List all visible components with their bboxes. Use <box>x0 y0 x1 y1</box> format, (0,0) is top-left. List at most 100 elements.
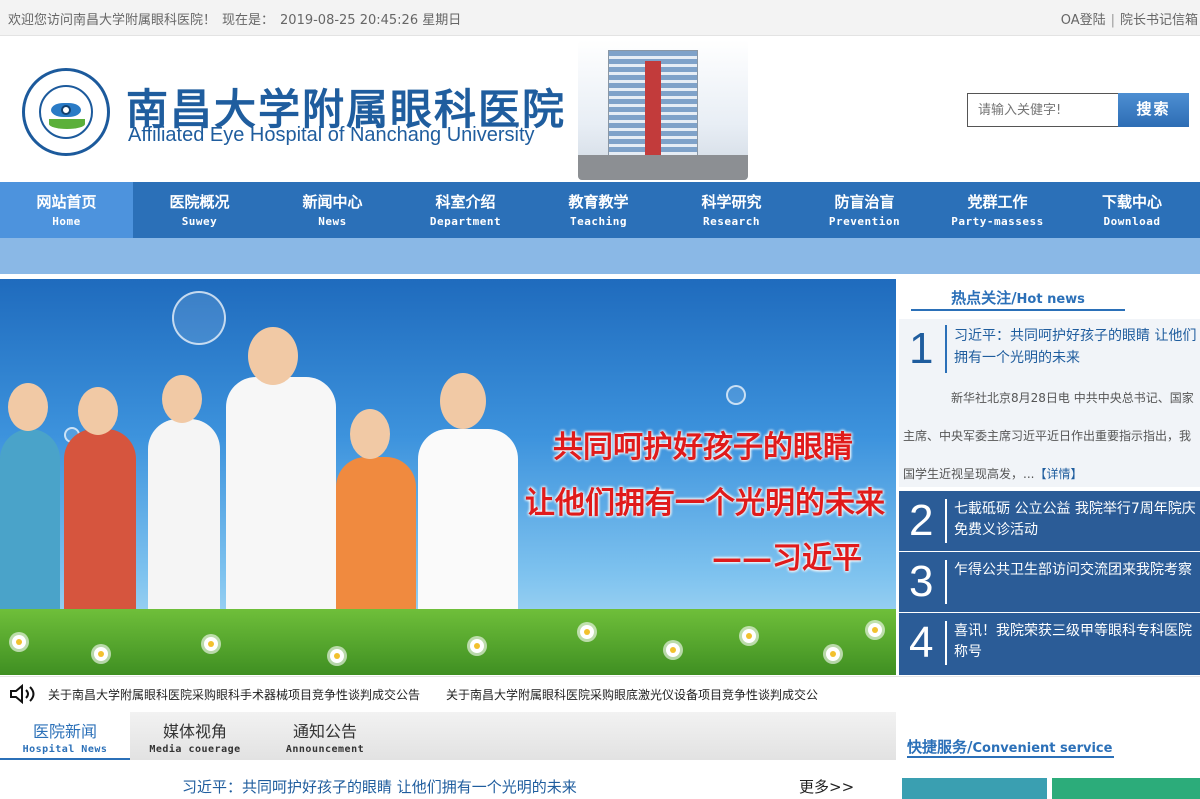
nav-label-cn: 防盲治盲 <box>834 193 895 211</box>
daisy-icon <box>330 649 344 663</box>
adult-head <box>248 327 298 385</box>
daisy-icon <box>204 637 218 651</box>
tab-label-cn: 医院新闻 <box>32 722 97 741</box>
director-mailbox-link[interactable]: 院长书记信箱 <box>1120 13 1198 28</box>
tab-label-en: Media couerage <box>149 744 241 755</box>
search-input[interactable] <box>967 93 1119 127</box>
child-figure <box>64 429 136 629</box>
nav-label-cn: 科室介绍 <box>435 193 496 211</box>
quick-service-panel: 快捷服务/Convenient service <box>899 712 1200 799</box>
bubble-decoration <box>172 291 226 345</box>
nav-item-teaching[interactable]: 教育教学 Teaching <box>532 182 665 238</box>
current-datetime: 2019-08-25 20:45:26 星期日 <box>280 13 462 28</box>
quick-service-tile[interactable] <box>902 778 1047 799</box>
hospital-logo[interactable] <box>22 68 110 156</box>
nav-item-research[interactable]: 科学研究 Research <box>665 182 798 238</box>
child-head <box>440 373 486 429</box>
site-subtitle: Affiliated Eye Hospital of Nanchang Univ… <box>128 124 535 146</box>
hot-news-title-link[interactable]: 习近平：共同呵护好孩子的眼睛 让他们拥有一个光明的未来 <box>954 325 1200 369</box>
ticker-item[interactable]: 关于南昌大学附属眼科医院采购眼科手术器械项目竞争性谈判成交公告 <box>48 686 420 703</box>
nav-label-cn: 新闻中心 <box>302 193 363 211</box>
quick-title-en: Convenient service <box>972 741 1113 756</box>
ticker-item[interactable]: 关于南昌大学附属眼科医院采购眼底激光仪设备项目竞争性谈判成交公 <box>446 686 818 703</box>
nav-item-party[interactable]: 党群工作 Party-massess <box>931 182 1064 238</box>
nav-label-en: Download <box>1103 215 1161 228</box>
announcement-ticker: 关于南昌大学附属眼科医院采购眼科手术器械项目竞争性谈判成交公告 关于南昌大学附属… <box>0 676 1200 710</box>
nav-item-news[interactable]: 新闻中心 News <box>266 182 399 238</box>
link-separator: | <box>1110 13 1115 28</box>
grass-field <box>0 609 896 675</box>
nav-label-cn: 网站首页 <box>36 193 97 211</box>
child-head <box>162 375 202 423</box>
welcome-text: 欢迎您访问南昌大学附属眼科医院！ 现在是： 2019-08-25 20:45:26 … <box>8 9 467 28</box>
welcome-message: 欢迎您访问南昌大学附属眼科医院！ <box>8 13 217 28</box>
time-label: 现在是： <box>222 13 275 28</box>
nav-item-survey[interactable]: 医院概况 Suwey <box>133 182 266 238</box>
daisy-icon <box>868 623 882 637</box>
details-link[interactable]: 【详情】 <box>1034 467 1082 481</box>
daisy-icon <box>666 643 680 657</box>
hot-news-title-link[interactable]: 乍得公共卫生部访问交流团来我院考察 <box>954 560 1198 581</box>
nav-label-en: Home <box>52 215 81 228</box>
news-tabs: 医院新闻 Hospital News 媒体视角 Media couerage 通知公… <box>0 712 896 760</box>
news-list: 习近平：共同呵护好孩子的眼睛 让他们拥有一个光明的未来 更多>> <box>0 762 896 799</box>
banner-slogan-line1: 共同呵护好孩子的眼睛 <box>553 430 853 465</box>
hot-news-title: 热点关注/Hot news <box>911 287 1125 311</box>
tab-hospital-news[interactable]: 医院新闻 Hospital News <box>0 712 130 760</box>
more-link[interactable]: 更多>> <box>799 776 854 797</box>
number-divider <box>945 325 947 373</box>
hot-news-summary: 新华社北京8月28日电 中共中央总书记、国家主席、中央军委主席习近平近日作出重要… <box>903 379 1197 493</box>
child-figure <box>0 429 60 629</box>
nav-label-en: Prevention <box>828 215 901 228</box>
nav-label-en: Party-massess <box>951 215 1044 228</box>
tab-media-coverage[interactable]: 媒体视角 Media couerage <box>130 712 260 760</box>
daisy-icon <box>742 629 756 643</box>
hot-title-en: Hot news <box>1016 292 1085 307</box>
child-head <box>78 387 118 435</box>
hot-news-item-featured[interactable]: 1 习近平：共同呵护好孩子的眼睛 让他们拥有一个光明的未来 新华社北京8月28日… <box>899 319 1200 487</box>
child-figure <box>418 429 518 629</box>
tab-label-cn: 媒体视角 <box>162 722 227 741</box>
tab-announcement[interactable]: 通知公告 Announcement <box>260 712 390 760</box>
tab-label-cn: 通知公告 <box>292 722 357 741</box>
leaf-icon <box>49 119 85 129</box>
hot-news-title-link[interactable]: 喜讯！我院荣获三级甲等眼科专科医院称号 <box>954 621 1198 663</box>
logo-inner-ring <box>39 85 93 139</box>
hot-news-item[interactable]: 2 七載砥砺 公立公益 我院举行7周年院庆免费义诊活动 <box>899 491 1200 551</box>
nav-label-cn: 下载中心 <box>1101 193 1162 211</box>
number-divider <box>945 560 947 604</box>
nav-item-download[interactable]: 下载中心 Download <box>1064 182 1200 238</box>
hot-news-item[interactable]: 3 乍得公共卫生部访问交流团来我院考察 <box>899 552 1200 612</box>
quick-service-tile[interactable] <box>1052 778 1200 799</box>
search-button[interactable]: 搜索 <box>1118 93 1189 127</box>
number-divider <box>945 499 947 543</box>
news-headline-link[interactable]: 习近平：共同呵护好孩子的眼睛 让他们拥有一个光明的未来 <box>182 776 577 797</box>
number-divider <box>945 621 947 665</box>
quick-title-cn: 快捷服务/ <box>907 738 973 756</box>
child-figure <box>148 419 220 629</box>
quick-service-title: 快捷服务/Convenient service <box>907 736 1114 758</box>
nav-label-cn: 科学研究 <box>701 193 762 211</box>
daisy-icon <box>12 635 26 649</box>
daisy-icon <box>470 639 484 653</box>
top-bar: 欢迎您访问南昌大学附属眼科医院！ 现在是： 2019-08-25 20:45:26 … <box>0 0 1200 36</box>
hero-banner[interactable]: 共同呵护好孩子的眼睛 让他们拥有一个光明的未来 ——习近平 <box>0 279 896 675</box>
hot-news-title-link[interactable]: 七載砥砺 公立公益 我院举行7周年院庆免费义诊活动 <box>954 499 1198 541</box>
bubble-decoration <box>726 385 746 405</box>
hot-news-number: 1 <box>909 324 934 373</box>
nav-label-en: Department <box>429 215 502 228</box>
nav-item-prevention[interactable]: 防盲治盲 Prevention <box>798 182 931 238</box>
nav-label-cn: 医院概况 <box>169 193 230 211</box>
banner-slogan-line2: 让他们拥有一个光明的未来 <box>525 486 885 521</box>
daisy-icon <box>826 647 840 661</box>
child-head <box>8 383 48 431</box>
nav-item-home[interactable]: 网站首页 Home <box>0 182 133 238</box>
building-base <box>578 155 748 180</box>
nav-item-department[interactable]: 科室介绍 Department <box>399 182 532 238</box>
hot-news-item[interactable]: 4 喜讯！我院荣获三级甲等眼科专科医院称号 <box>899 613 1200 675</box>
nav-label-en: Research <box>703 215 760 228</box>
nav-label-en: News <box>318 215 347 228</box>
tab-label-en: Hospital News <box>22 744 108 755</box>
daisy-icon <box>580 625 594 639</box>
oa-login-link[interactable]: OA登陆 <box>1061 13 1106 28</box>
